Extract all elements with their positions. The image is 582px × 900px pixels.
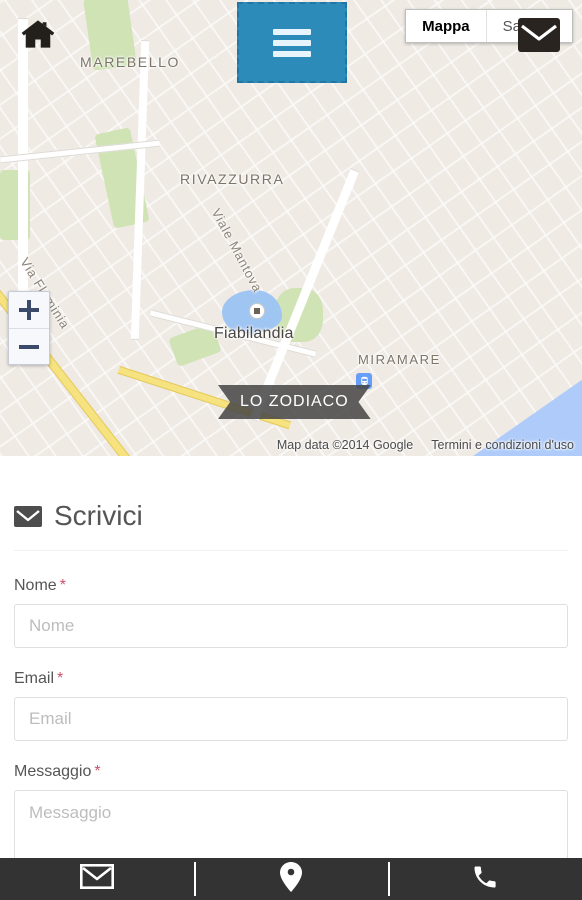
envelope-icon bbox=[79, 863, 114, 894]
envelope-icon bbox=[14, 505, 42, 527]
label-email-text: Email bbox=[14, 670, 55, 687]
bottom-navigation-bar bbox=[0, 858, 582, 900]
field-group-nome: Nome * bbox=[14, 577, 568, 648]
map-type-mappa-button[interactable]: Mappa bbox=[406, 10, 486, 42]
map-terms-link[interactable]: Termini e condizioni d'uso bbox=[431, 438, 574, 452]
required-asterisk: * bbox=[57, 670, 64, 687]
contact-form: Nome* Email* Messaggio* bbox=[14, 551, 568, 885]
label-nome: Nome * bbox=[14, 577, 568, 595]
zoom-in-button[interactable] bbox=[9, 292, 49, 328]
map-type-toggle[interactable]: Mappa Satellite bbox=[405, 9, 573, 43]
map-copyright: Map data ©2014 Google bbox=[276, 438, 414, 452]
map-business-marker[interactable]: LO ZODIACO bbox=[218, 385, 371, 419]
map-pin-icon bbox=[280, 861, 302, 897]
label-messaggio: Messaggio * bbox=[14, 763, 568, 781]
home-icon[interactable] bbox=[21, 19, 55, 49]
map-label-fiabilandia: Fiabilandia bbox=[214, 325, 294, 342]
map-canvas[interactable]: MAREBELLO RIVAZZURRA MIRAMARE Fiabilandi… bbox=[0, 0, 582, 456]
map-label-marebello: MAREBELLO bbox=[80, 54, 180, 70]
required-asterisk: * bbox=[59, 577, 66, 594]
menu-bars bbox=[273, 24, 311, 62]
hamburger-menu-icon[interactable] bbox=[237, 2, 347, 83]
map-label-miramare: MIRAMARE bbox=[358, 352, 441, 367]
label-email: Email * bbox=[14, 670, 568, 688]
map-label-rivazzurra: RIVAZZURRA bbox=[180, 171, 285, 187]
map-zoom-controls[interactable] bbox=[8, 291, 50, 365]
contact-section: Scrivici Nome* Email* Messaggio* bbox=[0, 456, 582, 900]
map-attribution: Map data ©2014 Google Termini e condizio… bbox=[0, 435, 582, 455]
zoom-out-button[interactable] bbox=[9, 328, 49, 364]
map-type-satellite-button[interactable]: Satellite bbox=[486, 10, 572, 42]
phone-icon bbox=[471, 863, 499, 896]
required-asterisk: * bbox=[94, 763, 101, 780]
map-poi-marker-fiabilandia[interactable] bbox=[249, 303, 265, 319]
page-title: Scrivici bbox=[54, 500, 143, 531]
label-messaggio-text: Messaggio bbox=[14, 763, 92, 780]
page-root: MAREBELLO RIVAZZURRA MIRAMARE Fiabilandi… bbox=[0, 0, 582, 900]
section-header: Scrivici bbox=[14, 456, 568, 532]
nav-location-button[interactable] bbox=[194, 858, 388, 900]
label-nome-text: Nome bbox=[14, 577, 57, 594]
nav-email-button[interactable] bbox=[0, 858, 194, 900]
nav-phone-button[interactable] bbox=[388, 858, 582, 900]
field-group-email: Email * bbox=[14, 670, 568, 741]
email-input[interactable] bbox=[14, 697, 568, 741]
nome-input[interactable] bbox=[14, 604, 568, 648]
